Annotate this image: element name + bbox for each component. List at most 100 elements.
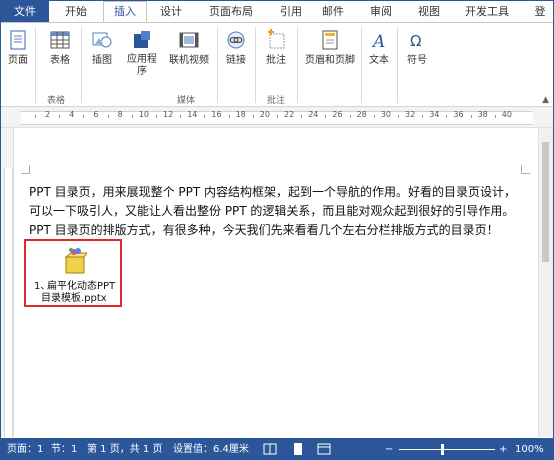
tab-view[interactable]: 视图	[409, 1, 449, 23]
ruler-tick	[59, 115, 61, 118]
ruler-tick	[34, 115, 36, 118]
margin-corner-mark	[521, 165, 530, 174]
symbol-button-label: 符号	[407, 55, 427, 66]
online-video-button[interactable]: 联机视频	[165, 27, 213, 67]
zoom-level[interactable]: 100%	[515, 438, 544, 459]
ruler-tick	[107, 115, 109, 118]
ruler-tick	[349, 115, 351, 118]
zoom-in-icon[interactable]: +	[499, 438, 507, 459]
link-button-label: 链接	[226, 55, 246, 66]
ruler-tick	[301, 115, 303, 118]
svg-text:Ω: Ω	[410, 32, 421, 50]
status-setting[interactable]: 设置值：6.4厘米	[173, 438, 249, 459]
page-button[interactable]: 页面	[5, 27, 31, 67]
tab-home[interactable]: 开始	[56, 1, 96, 23]
horizontal-ruler[interactable]: 2 4 6 8 10 12 14 16 18 20 22 24 26 28 30 32 34 36 38 40	[1, 107, 553, 128]
status-page[interactable]: 页面：1	[7, 438, 43, 459]
table-button[interactable]: 表格	[43, 27, 77, 67]
zoom-out-icon[interactable]: −	[385, 438, 393, 459]
document-paragraph[interactable]: PPT 目录页，用来展现整个 PPT 内容结构框架，起到一个导航的作用。好看的目…	[29, 183, 537, 240]
ruler-tick	[276, 115, 278, 118]
illustrations-button-label: 插图	[92, 55, 112, 66]
tab-insert[interactable]: 插入	[103, 1, 147, 23]
read-mode-icon[interactable]	[263, 438, 277, 459]
table-icon	[49, 29, 71, 51]
text-button-label: 文本	[369, 55, 389, 66]
group-label-table: 表格	[47, 96, 66, 106]
apps-icon	[131, 29, 153, 51]
svg-text:A: A	[371, 32, 385, 51]
comment-button[interactable]: 批注	[259, 27, 293, 67]
header-footer-button[interactable]: 页眉和页脚	[301, 27, 359, 67]
tab-file[interactable]: 文件	[1, 1, 49, 23]
tab-developer[interactable]: 开发工具	[455, 1, 519, 23]
status-section[interactable]: 节：1	[51, 438, 77, 459]
online-video-button-label: 联机视频	[169, 55, 209, 66]
tab-login[interactable]: 登	[527, 1, 553, 23]
tab-mailings[interactable]: 邮件	[313, 1, 353, 23]
vertical-ruler-text-area	[4, 168, 13, 437]
tab-review[interactable]: 审阅	[361, 1, 401, 23]
ruler-tick	[204, 115, 206, 118]
ruler-number: 4	[69, 110, 75, 119]
group-divider	[217, 27, 218, 103]
scrollbar-thumb[interactable]	[542, 142, 549, 262]
ruler-number: 38	[477, 110, 488, 119]
ruler-number: 28	[356, 110, 367, 119]
apps-button-label-1: 应用程	[127, 54, 157, 65]
ruler-number: 12	[163, 110, 174, 119]
word-window: 文件 开始 插入 设计 页面布局 引用 邮件 审阅 视图 开发工具 登 页面 表…	[0, 0, 554, 460]
group-divider	[297, 27, 298, 103]
ruler-number: 6	[93, 110, 99, 119]
margin-corner-mark	[21, 165, 30, 174]
ruler-tick	[252, 115, 254, 118]
status-page-of[interactable]: 第 1 页，共 1 页	[87, 438, 162, 459]
ruler-number: 30	[380, 110, 391, 119]
tab-design[interactable]: 设计	[151, 1, 191, 23]
film-icon	[178, 29, 200, 51]
ruler-tick	[446, 115, 448, 118]
ruler-number: 8	[117, 110, 123, 119]
status-bar: 页面：1 节：1 第 1 页，共 1 页 设置值：6.4厘米 − + 100%	[1, 438, 553, 459]
text-button[interactable]: A 文本	[365, 27, 393, 67]
omega-icon: Ω	[406, 29, 428, 51]
vertical-ruler[interactable]	[1, 128, 14, 437]
ruler-number: 22	[284, 110, 295, 119]
text-icon: A	[368, 29, 390, 52]
tab-references[interactable]: 引用	[271, 1, 311, 23]
ruler-number: 40	[501, 110, 512, 119]
web-layout-icon[interactable]	[317, 438, 331, 459]
page-button-label: 页面	[8, 55, 28, 66]
apps-button[interactable]: 应用程 序	[123, 27, 161, 78]
group-divider	[361, 27, 362, 103]
vertical-scrollbar[interactable]	[538, 128, 553, 437]
symbol-button[interactable]: Ω 符号	[403, 27, 431, 67]
embed-file-name-line-2[interactable]: 目录模板.pptx	[41, 289, 107, 304]
illustrations-button[interactable]: 插图	[87, 27, 117, 67]
ruler-tick	[228, 115, 230, 118]
ruler-tick	[83, 115, 85, 118]
group-divider	[81, 27, 82, 103]
paragraph-line-3: PPT 目录页的排版方式，有很多种，今天我们先来看看几个左右分栏排版方式的目录页…	[29, 223, 499, 237]
ruler-tick	[470, 115, 472, 118]
ruler-tick	[422, 115, 424, 118]
zoom-slider-knob[interactable]	[441, 444, 444, 455]
ruler-tick	[397, 115, 399, 118]
group-label-media: 媒体	[177, 96, 196, 106]
tab-page-layout[interactable]: 页面布局	[199, 1, 263, 23]
group-label-comment: 批注	[267, 96, 286, 106]
zoom-slider[interactable]	[399, 449, 495, 450]
ribbon-insert: 页面 表格 表格 插图 应用程 序 联机视频 媒体 链接 批注 批注 页眉和页脚…	[1, 23, 553, 107]
ruler-tick	[155, 115, 157, 118]
page-icon	[7, 29, 29, 51]
link-icon	[225, 29, 247, 51]
ruler-number: 16	[211, 110, 222, 119]
link-button[interactable]: 链接	[221, 27, 251, 67]
ruler-number: 36	[453, 110, 464, 119]
ruler-number: 20	[259, 110, 270, 119]
group-divider	[397, 27, 398, 103]
print-layout-icon[interactable]	[291, 438, 305, 459]
ribbon-tab-bar: 文件 开始 插入 设计 页面布局 引用 邮件 审阅 视图 开发工具 登	[1, 1, 553, 23]
collapse-ribbon-icon[interactable]: ▲	[542, 95, 549, 105]
package-icon[interactable]	[63, 247, 88, 275]
